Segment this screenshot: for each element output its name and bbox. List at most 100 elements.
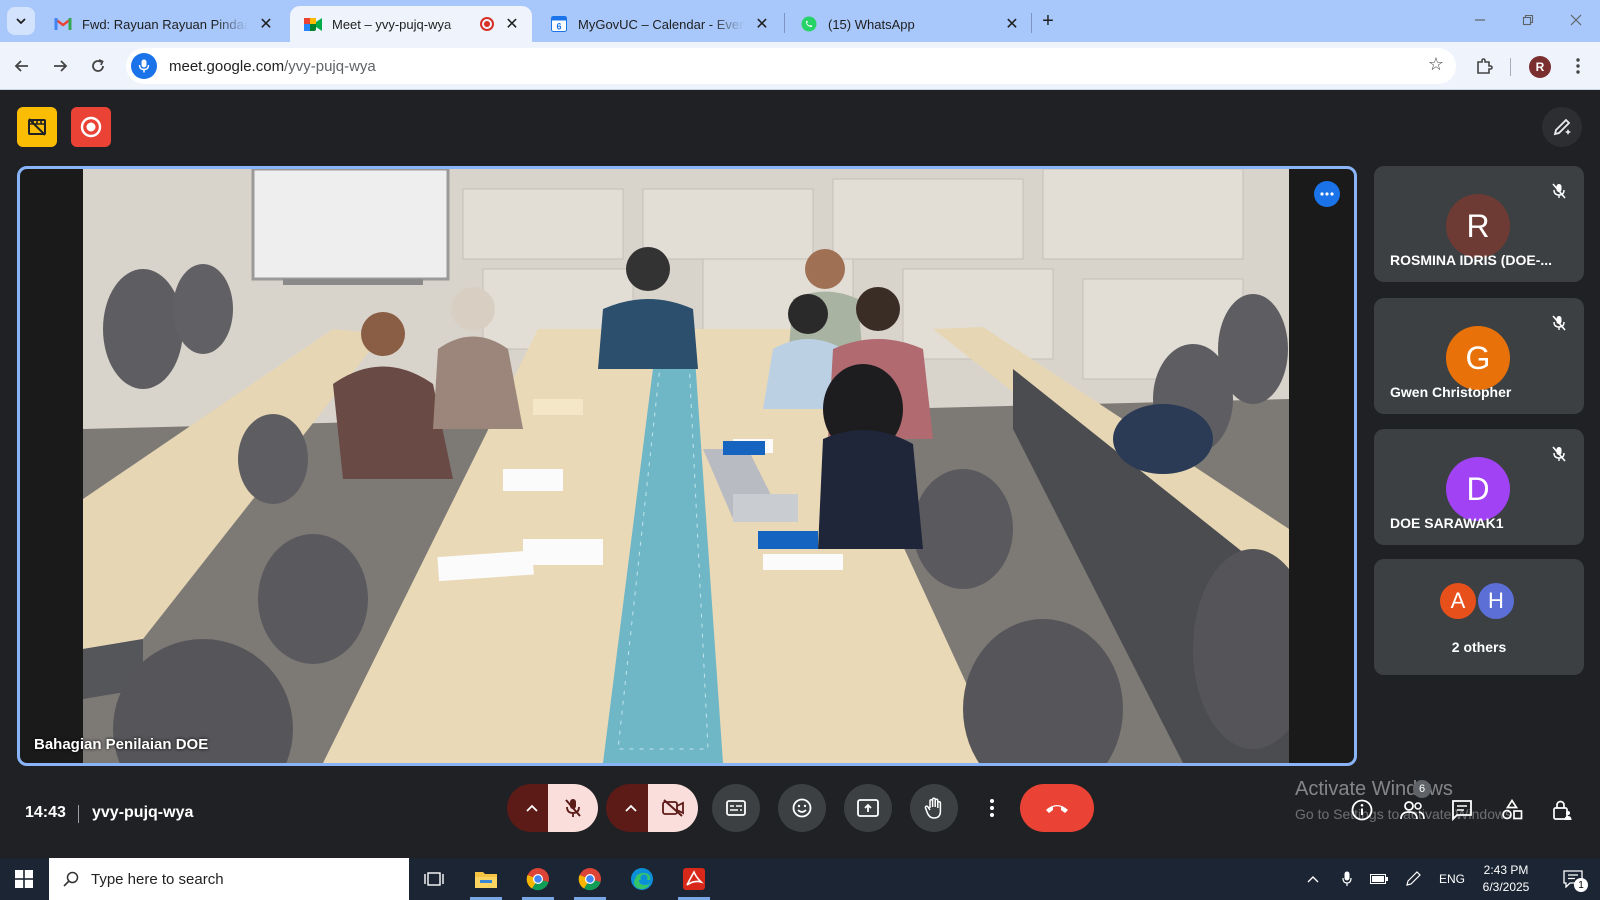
tab-gmail[interactable]: Fwd: Rayuan Rayuan Pindaan ke ✕ xyxy=(40,6,286,42)
tab-whatsapp[interactable]: (15) WhatsApp ✕ xyxy=(786,6,1032,42)
avatar: H xyxy=(1476,581,1516,621)
forward-button[interactable] xyxy=(46,52,74,80)
browser-menu-button[interactable] xyxy=(1564,52,1592,80)
others-tile[interactable]: A H 2 others xyxy=(1374,559,1584,675)
tray-language[interactable]: ENG xyxy=(1434,858,1470,900)
more-options-button[interactable] xyxy=(980,784,1004,832)
minimize-button[interactable] xyxy=(1468,8,1492,32)
pen-icon xyxy=(1406,871,1421,886)
taskbar-edge[interactable] xyxy=(618,858,666,900)
notification-count: 1 xyxy=(1574,878,1588,892)
leave-call-button[interactable] xyxy=(1020,784,1094,832)
no-recording-badge[interactable] xyxy=(17,107,57,147)
tab-calendar[interactable]: 6 MyGovUC – Calendar - Event de ✕ xyxy=(536,6,782,42)
extensions-button[interactable] xyxy=(1470,52,1498,80)
avatar: A xyxy=(1438,581,1478,621)
new-tab-button[interactable]: + xyxy=(1036,10,1060,34)
meeting-details-button[interactable] xyxy=(1342,790,1382,830)
taskbar-date: 6/3/2025 xyxy=(1482,880,1530,894)
taskbar-acrobat[interactable] xyxy=(670,858,718,900)
address-bar[interactable]: meet.google.com/yvy-pujq-wya ☆ xyxy=(126,48,1456,84)
present-screen-button[interactable] xyxy=(844,784,892,832)
search-placeholder: Type here to search xyxy=(91,870,224,888)
annotate-button[interactable] xyxy=(1542,107,1582,147)
tray-battery[interactable] xyxy=(1366,858,1392,900)
microphone-icon xyxy=(1342,871,1352,886)
camera-toggle-button[interactable] xyxy=(648,784,698,832)
captions-icon xyxy=(726,800,746,816)
taskbar-file-explorer[interactable] xyxy=(462,858,510,900)
reload-button[interactable] xyxy=(84,52,112,80)
activities-button[interactable] xyxy=(1492,790,1532,830)
task-view-button[interactable] xyxy=(410,858,458,900)
taskbar-clock[interactable]: 2:43 PM 6/3/2025 xyxy=(1470,862,1542,896)
notification-center-button[interactable]: 1 xyxy=(1552,858,1594,900)
meeting-room-video xyxy=(83,169,1289,763)
muted-mic-icon xyxy=(1546,441,1572,467)
url-path: /yvy-pujq-wya xyxy=(284,57,376,75)
chevron-down-icon xyxy=(16,18,26,25)
participant-tile[interactable]: G Gwen Christopher xyxy=(1374,298,1584,414)
participant-tile[interactable]: D DOE SARAWAK1 xyxy=(1374,429,1584,545)
tab-meet[interactable]: Meet – yvy-pujq-wya ✕ xyxy=(290,6,532,42)
taskbar-search-box[interactable]: Type here to search xyxy=(49,858,409,900)
participant-name: DOE SARAWAK1 xyxy=(1390,515,1504,531)
more-horizontal-icon xyxy=(1320,192,1334,196)
reload-icon xyxy=(92,59,104,72)
profile-avatar[interactable]: R xyxy=(1529,56,1551,78)
camera-off-icon xyxy=(662,799,684,817)
close-icon[interactable]: ✕ xyxy=(256,14,276,34)
meeting-time: 14:43 xyxy=(25,804,66,821)
participant-name: ROSMINA IDRIS (DOE-... xyxy=(1390,252,1553,268)
hand-icon xyxy=(924,797,942,819)
raise-hand-button[interactable] xyxy=(910,784,958,832)
restore-button[interactable] xyxy=(1516,8,1540,32)
record-icon xyxy=(80,116,102,138)
lock-person-icon xyxy=(1553,800,1572,820)
show-hidden-icons-button[interactable] xyxy=(1300,858,1326,900)
tray-microphone[interactable] xyxy=(1334,858,1360,900)
tile-options-button[interactable] xyxy=(1314,181,1340,207)
arrow-left-icon xyxy=(14,60,28,72)
taskbar-chrome[interactable] xyxy=(514,858,562,900)
tab-search-button[interactable] xyxy=(7,7,35,35)
taskbar-chrome-profile[interactable] xyxy=(566,858,614,900)
close-window-button[interactable] xyxy=(1564,8,1588,32)
chat-icon xyxy=(1452,800,1472,821)
close-icon xyxy=(1570,14,1582,26)
start-button[interactable] xyxy=(0,858,48,900)
chat-button[interactable] xyxy=(1442,790,1482,830)
back-button[interactable] xyxy=(8,52,36,80)
close-icon[interactable]: ✕ xyxy=(502,14,522,34)
folder-icon xyxy=(475,872,497,888)
host-controls-button[interactable] xyxy=(1542,790,1582,830)
close-icon[interactable]: ✕ xyxy=(1002,14,1022,34)
url-host: meet.google.com xyxy=(169,57,285,75)
recording-badge[interactable] xyxy=(71,107,111,147)
tab-label: MyGovUC – Calendar - Event de xyxy=(578,16,744,32)
avatar: R xyxy=(1446,194,1510,258)
reactions-button[interactable] xyxy=(778,784,826,832)
close-icon[interactable]: ✕ xyxy=(752,14,772,34)
tray-pen[interactable] xyxy=(1400,858,1426,900)
conference-room-scene xyxy=(83,169,1289,763)
participant-name: Gwen Christopher xyxy=(1390,384,1512,400)
bookmark-star-icon[interactable]: ☆ xyxy=(1428,54,1444,75)
windows-taskbar: Type here to search ENG 2:43 PM 6/3/2025… xyxy=(0,858,1600,900)
windows-logo-icon xyxy=(15,870,33,888)
svg-text:6: 6 xyxy=(556,22,561,32)
taskbar-time: 2:43 PM xyxy=(1483,863,1529,877)
pen-sparkle-icon xyxy=(1553,118,1571,136)
tab-separator xyxy=(784,13,785,33)
captions-button[interactable] xyxy=(712,784,760,832)
edge-icon xyxy=(631,868,653,890)
site-info-button[interactable] xyxy=(131,53,157,79)
meeting-code: yvy-pujq-wya xyxy=(92,804,194,821)
present-icon xyxy=(857,799,879,817)
chevron-up-icon xyxy=(1307,876,1319,883)
microphone-toggle-button[interactable] xyxy=(548,784,598,832)
gmail-icon xyxy=(54,15,72,33)
participant-tile[interactable]: R ROSMINA IDRIS (DOE-... xyxy=(1374,166,1584,282)
main-video-tile[interactable]: Bahagian Penilaian DOE xyxy=(17,166,1357,766)
calendar-icon: 6 xyxy=(550,15,568,33)
